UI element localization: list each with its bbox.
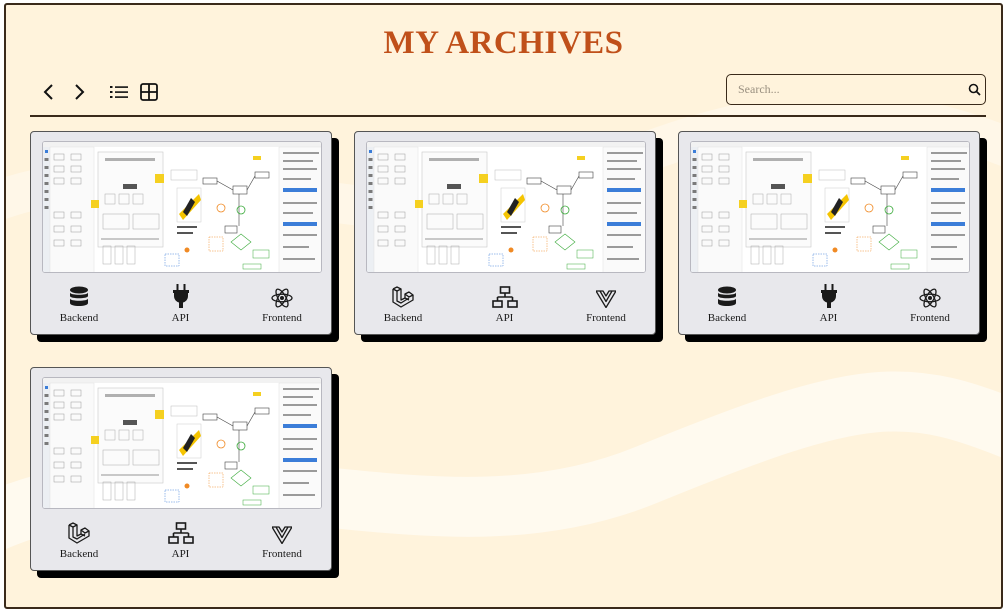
archive-card[interactable]: Backend API Frontend [678,131,980,335]
tech-tag-label: Frontend [586,312,626,324]
laravel-icon [392,282,414,308]
tech-tag: Frontend [895,282,965,327]
plug-icon [820,282,837,308]
list-icon [110,86,128,98]
laravel-icon [68,518,90,544]
search-box [726,74,986,105]
search-icon[interactable] [963,83,985,96]
tech-tag-label: Backend [707,312,747,324]
tech-tag: Frontend [571,282,641,327]
tech-tag: Backend [44,282,114,327]
grid-view-button[interactable] [134,77,164,107]
tech-tag: API [146,282,216,327]
plug-icon [172,282,189,308]
tech-tag-label: Backend [59,312,99,324]
archive-tags: Backend API Frontend [31,518,331,563]
tech-tag: Backend [44,518,114,563]
tech-tag-label: Frontend [262,312,302,324]
page-title: MY ARCHIVES [383,25,624,61]
archive-thumbnail [42,141,322,273]
tech-tag-label: Backend [59,548,99,560]
chevron-right-icon [75,84,85,100]
archive-thumbnail [690,141,970,273]
back-button[interactable] [34,77,64,107]
archive-thumbnail [366,141,646,273]
archive-card[interactable]: Backend API Frontend [30,367,332,571]
vue-icon [596,282,616,308]
database-icon [717,282,737,308]
react-icon [271,282,293,308]
search-input[interactable] [727,75,963,104]
chevron-left-icon [43,84,53,100]
archive-tags: Backend API Frontend [679,282,979,327]
network-icon [167,518,194,544]
database-icon [69,282,89,308]
toolbar [34,77,164,107]
tech-tag-label: API [171,548,190,560]
tech-tag-label: API [819,312,838,324]
archive-tags: Backend API Frontend [355,282,655,327]
tech-tag: API [794,282,864,327]
tech-tag-label: API [171,312,190,324]
vue-icon [272,518,292,544]
app-frame: MY ARCHIVES Search... Backend API Fronte… [4,3,1003,609]
archive-card[interactable]: Backend API Frontend [30,131,332,335]
tech-tag-label: API [495,312,514,324]
network-icon [491,282,518,308]
archive-tags: Backend API Frontend [31,282,331,327]
archive-thumbnail [42,377,322,509]
tech-tag: Frontend [247,518,317,563]
header-divider [30,115,986,117]
tech-tag: API [146,518,216,563]
tech-tag: API [470,282,540,327]
grid-icon [140,83,158,101]
tech-tag-label: Backend [383,312,423,324]
archive-card[interactable]: Backend API Frontend [354,131,656,335]
tech-tag: Frontend [247,282,317,327]
forward-button[interactable] [64,77,94,107]
tech-tag-label: Frontend [262,548,302,560]
list-view-button[interactable] [104,77,134,107]
react-icon [919,282,941,308]
tech-tag: Backend [368,282,438,327]
tech-tag-label: Frontend [910,312,950,324]
tech-tag: Backend [692,282,762,327]
